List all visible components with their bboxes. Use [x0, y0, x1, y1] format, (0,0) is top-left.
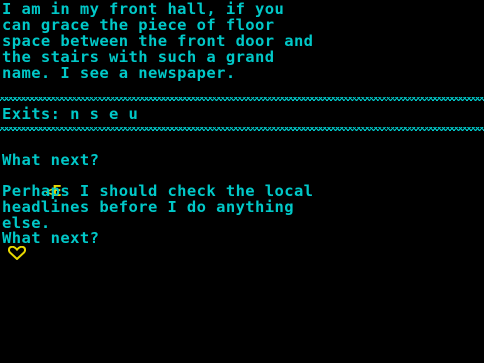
- room-description-line-4: the stairs with such a grand: [2, 48, 275, 66]
- prompt-what-next-1: What next?: [2, 151, 100, 169]
- room-description-line-1: I am in my front hall, if you: [2, 0, 285, 18]
- prompt-what-next-2: What next?: [2, 229, 100, 247]
- exits-bottom-divider: [0, 127, 484, 131]
- exits-line: Exits: n s e u: [2, 105, 139, 123]
- exits-top-divider: [0, 97, 484, 101]
- room-description-line-5: name. I see a newspaper.: [2, 64, 236, 82]
- game-screen[interactable]: I am in my front hall, if you can grace …: [0, 0, 484, 363]
- typed-command-row: <E: [8, 167, 61, 200]
- room-description-line-3: space between the front door and: [2, 32, 314, 50]
- room-description-line-2: can grace the piece of floor: [2, 16, 275, 34]
- heart-cursor-icon[interactable]: [8, 246, 26, 260]
- response-line-2: headlines before I do anything: [2, 198, 294, 216]
- response-line-1: Perhaps I should check the local: [2, 182, 314, 200]
